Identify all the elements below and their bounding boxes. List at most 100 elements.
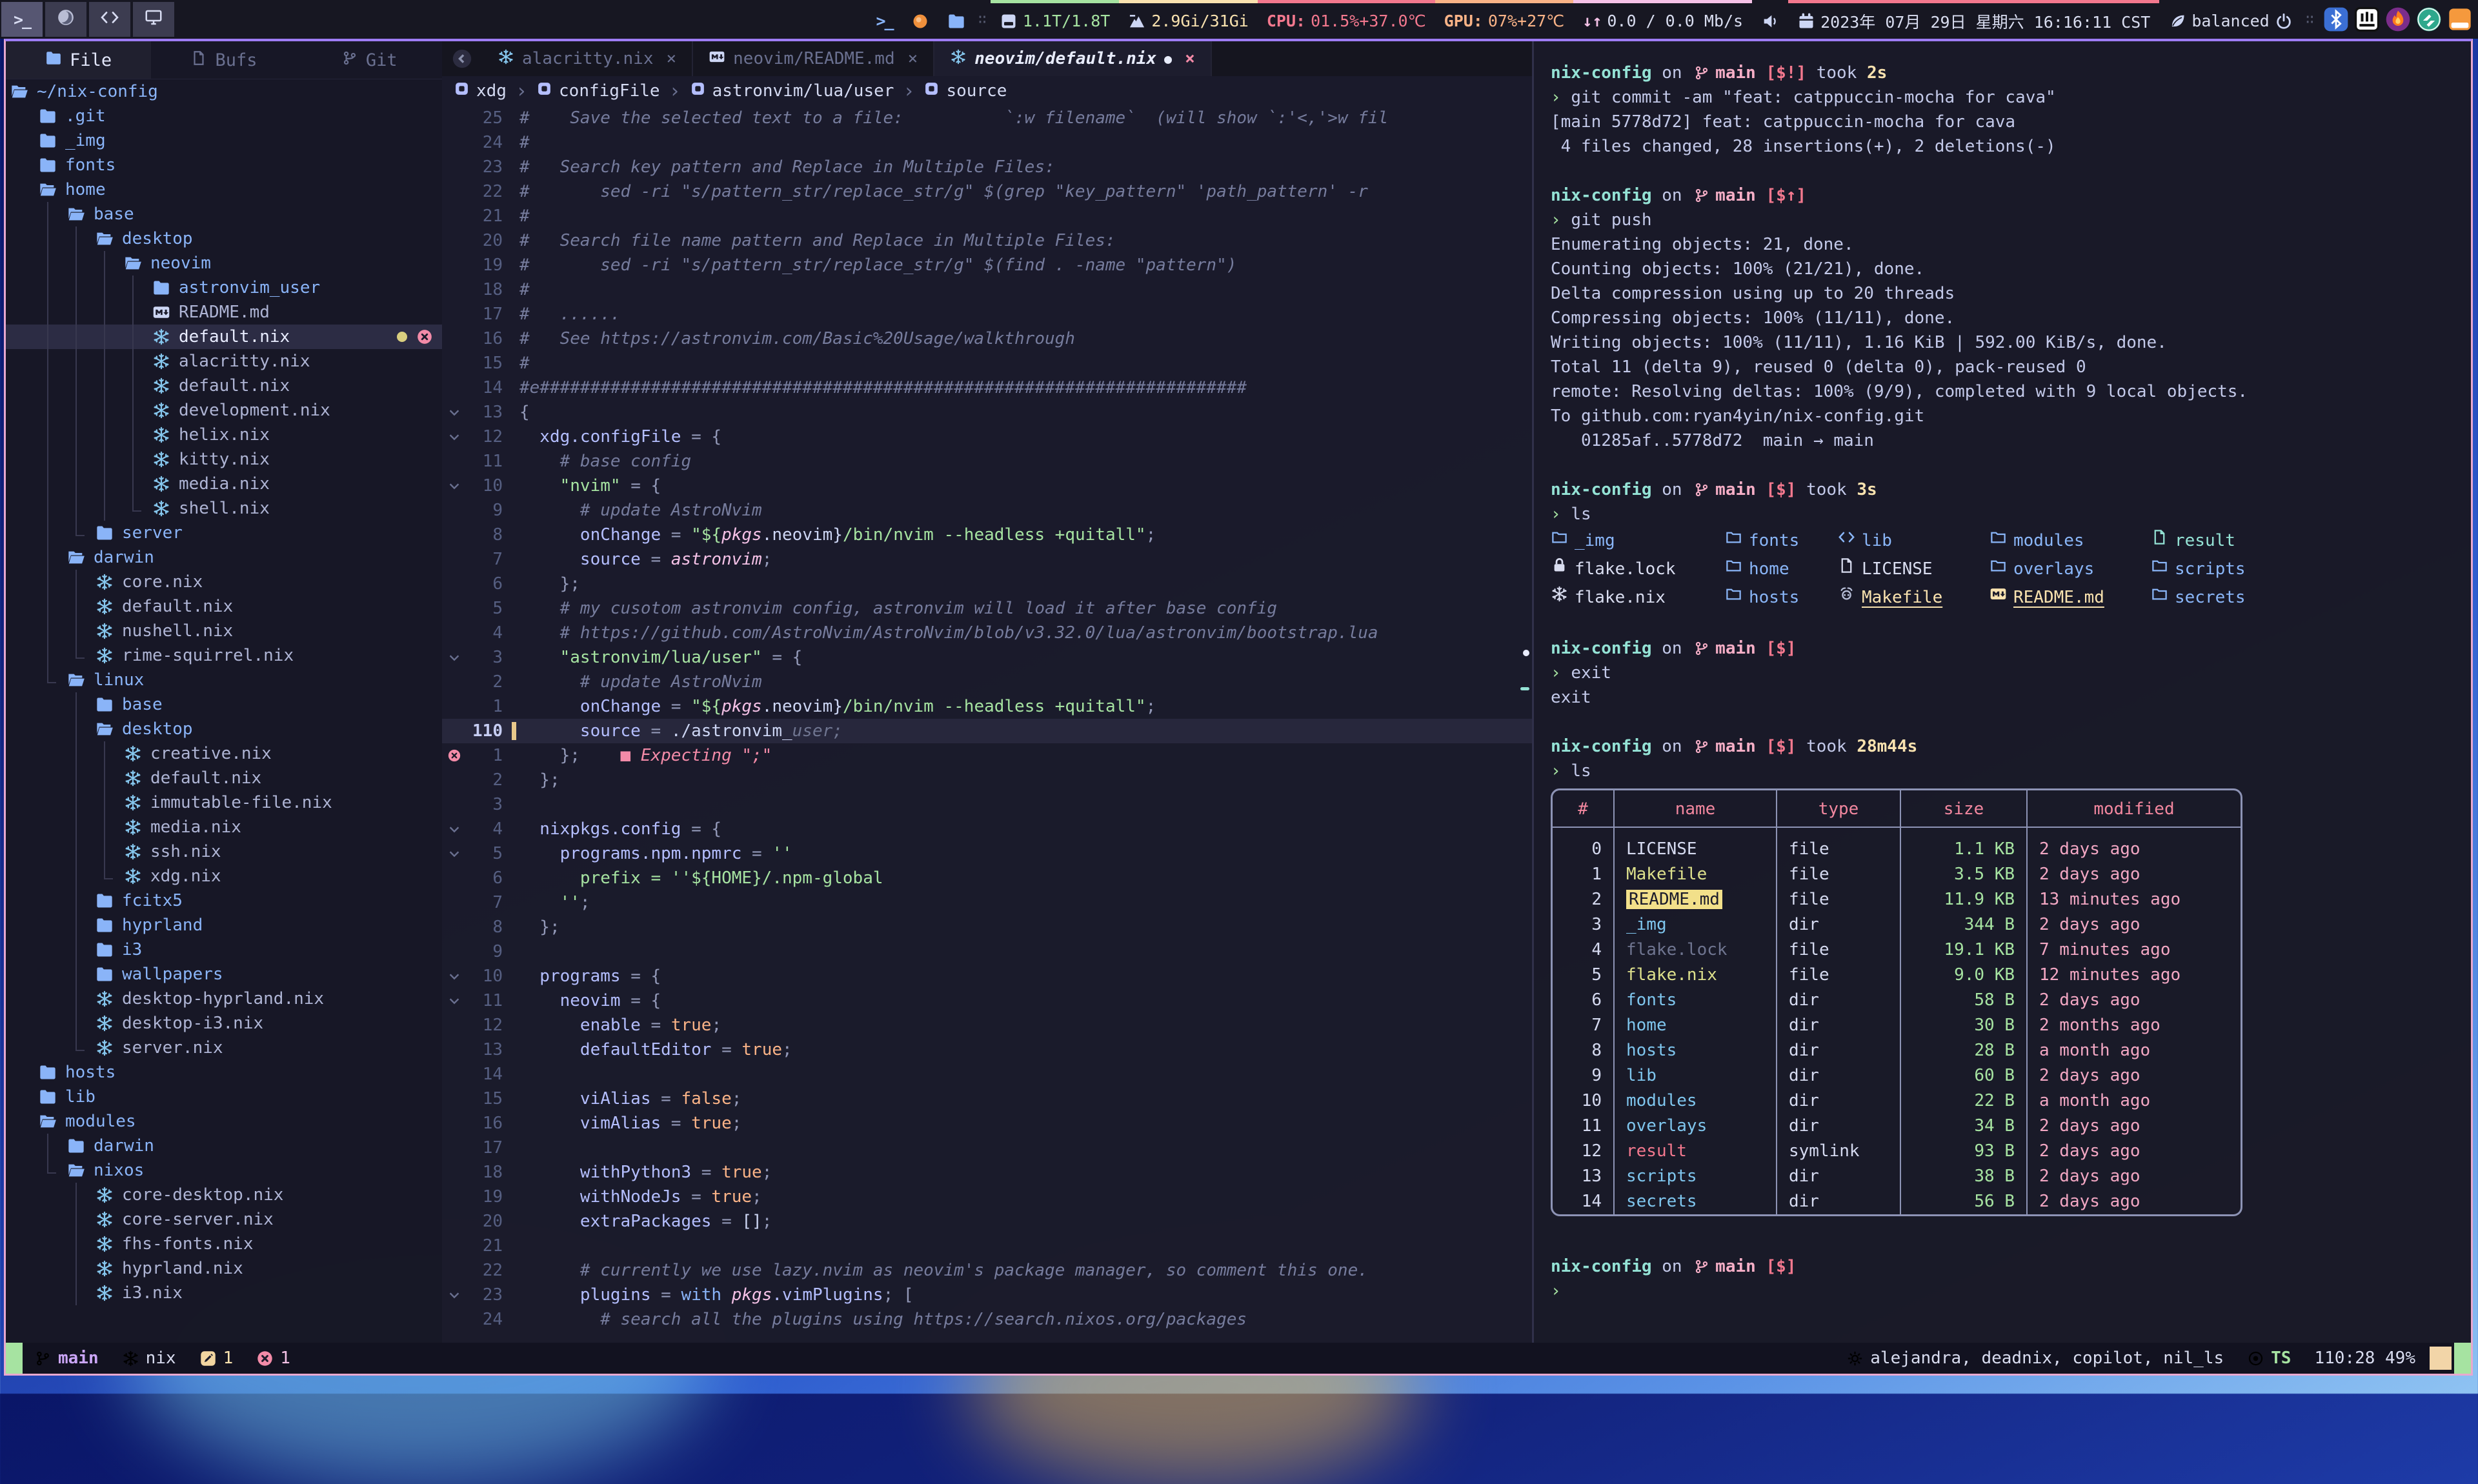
tree-item[interactable]: default.nix	[6, 325, 442, 349]
tree-item[interactable]: base	[6, 202, 442, 226]
tree-item[interactable]: kitty.nix	[6, 447, 442, 472]
gutter-fold	[442, 719, 467, 743]
tree-item[interactable]: astronvim_user	[6, 276, 442, 300]
workspace-button-1[interactable]: >_	[1, 2, 43, 37]
tree-item[interactable]: core.nix	[6, 570, 442, 594]
terminal-panel[interactable]: nix-config on main [$!] took 2s› git com…	[1534, 41, 2471, 1343]
tree-item[interactable]: ~/nix-config	[6, 79, 442, 104]
tray-tealapp[interactable]	[2416, 6, 2442, 32]
tree-tab-git[interactable]: Git	[297, 41, 442, 79]
tree-item[interactable]: ssh.nix	[6, 839, 442, 864]
tree-item[interactable]: base	[6, 692, 442, 717]
tree-item[interactable]: creative.nix	[6, 741, 442, 766]
tree-item[interactable]: _img	[6, 128, 442, 153]
breadcrumb-item[interactable]: configFile	[536, 81, 660, 101]
breadcrumb-item[interactable]: source	[923, 81, 1007, 101]
tab-scroll-left-button[interactable]	[442, 41, 482, 76]
close-icon[interactable]: ×	[908, 49, 918, 68]
tree-item[interactable]: alacritty.nix	[6, 349, 442, 374]
fold-chevron-icon[interactable]	[442, 425, 467, 449]
tree-item[interactable]: media.nix	[6, 472, 442, 496]
tree-item[interactable]: development.nix	[6, 398, 442, 423]
tray-orangeapp[interactable]	[2447, 6, 2473, 32]
tree-item[interactable]: nushell.nix	[6, 619, 442, 643]
tree-item[interactable]: xdg.nix	[6, 864, 442, 888]
tree-item[interactable]: nixos	[6, 1158, 442, 1183]
topbar-module-volume[interactable]	[1752, 0, 1788, 39]
code-token: neovim	[519, 991, 621, 1010]
tree-item[interactable]: darwin	[6, 1134, 442, 1158]
tree-item[interactable]: core-server.nix	[6, 1207, 442, 1232]
topbar-module-network[interactable]: ↓↑ 0.0 / 0.0 Mb/s	[1573, 0, 1752, 39]
tree-item[interactable]: server	[6, 521, 442, 545]
topbar-module-disk[interactable]: 1.1T/1.8T	[991, 0, 1119, 39]
topbar-module-datetime[interactable]: 2023年 07月 29日 星期六 16:16:11 CST	[1788, 0, 2159, 39]
tree-item[interactable]: desktop	[6, 226, 442, 251]
tree-tab-bufs[interactable]: Bufs	[151, 41, 296, 79]
tree-item[interactable]: fcitx5	[6, 888, 442, 913]
tree-item[interactable]: linux	[6, 668, 442, 692]
fold-chevron-icon[interactable]	[442, 645, 467, 670]
code-token: = {	[681, 427, 721, 446]
tree-item[interactable]: hyprland.nix	[6, 1256, 442, 1281]
tree-item[interactable]: server.nix	[6, 1036, 442, 1060]
topbar-module-gpu[interactable]: GPU: 07%+27℃	[1435, 0, 1574, 39]
tree-item[interactable]: i3.nix	[6, 1281, 442, 1305]
tree-item[interactable]: home	[6, 177, 442, 202]
fold-chevron-icon[interactable]	[442, 1283, 467, 1307]
cell-size: 22 B	[1901, 1088, 2028, 1114]
workspace-button-4[interactable]	[133, 2, 174, 37]
tree-item[interactable]: wallpapers	[6, 962, 442, 987]
tree-item[interactable]: hosts	[6, 1060, 442, 1085]
topbar-module-power-profile[interactable]: balanced	[2159, 0, 2301, 39]
tree-item[interactable]: default.nix	[6, 766, 442, 790]
tree-item[interactable]: helix.nix	[6, 423, 442, 447]
editor-tab-1[interactable]: alacritty.nix×	[482, 41, 693, 76]
tray-bt[interactable]	[2323, 6, 2349, 32]
tree-item[interactable]: rime-squirrel.nix	[6, 643, 442, 668]
fold-chevron-icon[interactable]	[442, 474, 467, 498]
tray-ime[interactable]	[2354, 6, 2380, 32]
tree-item[interactable]: immutable-file.nix	[6, 790, 442, 815]
close-icon[interactable]: ×	[667, 49, 677, 68]
tree-item[interactable]: desktop-i3.nix	[6, 1011, 442, 1036]
tree-guide	[6, 668, 34, 692]
editor-tab-2[interactable]: neovim/README.md×	[693, 41, 934, 76]
code-area[interactable]: 25# Save the selected text to a file: `:…	[442, 106, 1532, 1343]
snow-icon	[119, 745, 146, 763]
fold-chevron-icon[interactable]	[442, 400, 467, 425]
tree-item[interactable]: desktop-hyprland.nix	[6, 987, 442, 1011]
tree-item[interactable]: fonts	[6, 153, 442, 177]
tree-item[interactable]: shell.nix	[6, 496, 442, 521]
tree-item[interactable]: README.md	[6, 300, 442, 325]
close-icon[interactable]: ×	[1185, 49, 1195, 68]
tree-item[interactable]: core-desktop.nix	[6, 1183, 442, 1207]
tree-item[interactable]: .git	[6, 104, 442, 128]
tree-item[interactable]: darwin	[6, 545, 442, 570]
tree-item[interactable]: default.nix	[6, 374, 442, 398]
fold-chevron-icon[interactable]	[442, 988, 467, 1013]
tree-item[interactable]: hyprland	[6, 913, 442, 938]
tree-item[interactable]: neovim	[6, 251, 442, 276]
topbar-module-cpu[interactable]: CPU: 01.5%+37.0℃	[1258, 0, 1435, 39]
breadcrumb-item[interactable]: astronvim/lua/user	[690, 81, 894, 101]
fold-chevron-icon[interactable]	[442, 817, 467, 841]
tray-flameshot[interactable]	[2385, 6, 2411, 32]
terminal-text: nix-config	[1551, 1254, 1652, 1279]
tree-item[interactable]: i3	[6, 938, 442, 962]
tree-item[interactable]: media.nix	[6, 815, 442, 839]
text: 1.1T/1.8T	[1023, 12, 1110, 30]
tree-tab-file[interactable]: File	[6, 41, 151, 79]
workspace-button-2[interactable]	[45, 2, 86, 37]
tree-item[interactable]: desktop	[6, 717, 442, 741]
topbar-module-memory[interactable]: 2.9Gi/31Gi	[1119, 0, 1258, 39]
editor-tab-3[interactable]: neovim/default.nix●×	[934, 41, 1211, 76]
workspace-button-3[interactable]	[89, 2, 130, 37]
breadcrumb-item[interactable]: xdg	[454, 81, 507, 101]
fold-chevron-icon[interactable]	[442, 841, 467, 866]
tree-item[interactable]: fhs-fonts.nix	[6, 1232, 442, 1256]
tree-item[interactable]: modules	[6, 1109, 442, 1134]
tree-item[interactable]: default.nix	[6, 594, 442, 619]
fold-chevron-icon[interactable]	[442, 964, 467, 988]
tree-item[interactable]: lib	[6, 1085, 442, 1109]
